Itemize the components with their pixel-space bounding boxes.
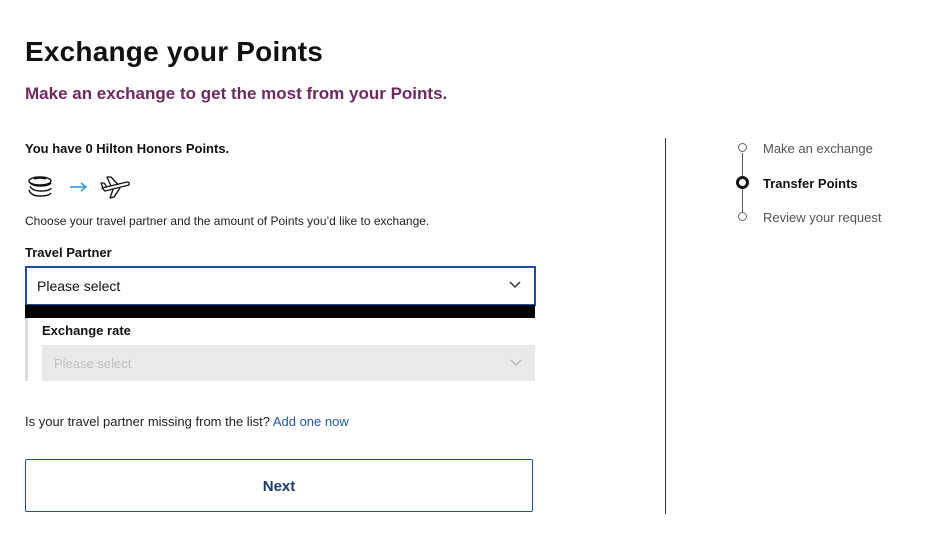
chevron-down-icon [509,281,521,289]
exchange-rate-label: Exchange rate [42,323,131,338]
dropdown-menu-panel [25,305,535,318]
missing-partner-text: Is your travel partner missing from the … [25,414,349,429]
exchange-illustration [25,173,135,201]
step-make-exchange: Make an exchange [763,141,873,156]
exchange-rate-value: Please select [54,356,132,371]
next-button[interactable]: Next [25,459,533,512]
page-subtitle: Make an exchange to get the most from yo… [25,84,448,103]
exchange-rate-group: Exchange rate Please select [25,318,535,381]
step-transfer-points: Transfer Points [763,176,858,191]
progress-stepper: Make an exchange Transfer Points Review … [735,140,935,240]
step-connector [742,187,743,213]
missing-partner-question: Is your travel partner missing from the … [25,414,270,429]
vertical-divider [665,138,666,514]
points-balance: You have 0 Hilton Honors Points. [25,141,230,156]
add-partner-link[interactable]: Add one now [273,414,349,429]
chevron-down-icon [510,359,522,367]
travel-partner-value: Please select [37,278,121,294]
exchange-rate-select[interactable]: Please select [42,345,535,381]
page-title: Exchange your Points [25,36,324,67]
step-indicator-upcoming [738,212,747,221]
group-left-border [25,318,28,381]
step-indicator-current [736,176,749,189]
travel-partner-label: Travel Partner [25,245,112,260]
step-indicator-done [738,143,747,152]
airplane-icon [100,176,130,199]
arrow-right-icon [70,182,88,192]
coins-icon [28,176,52,197]
instruction-text: Choose your travel partner and the amoun… [25,214,430,228]
step-review-request: Review your request [763,210,882,225]
travel-partner-select[interactable]: Please select [25,266,536,306]
